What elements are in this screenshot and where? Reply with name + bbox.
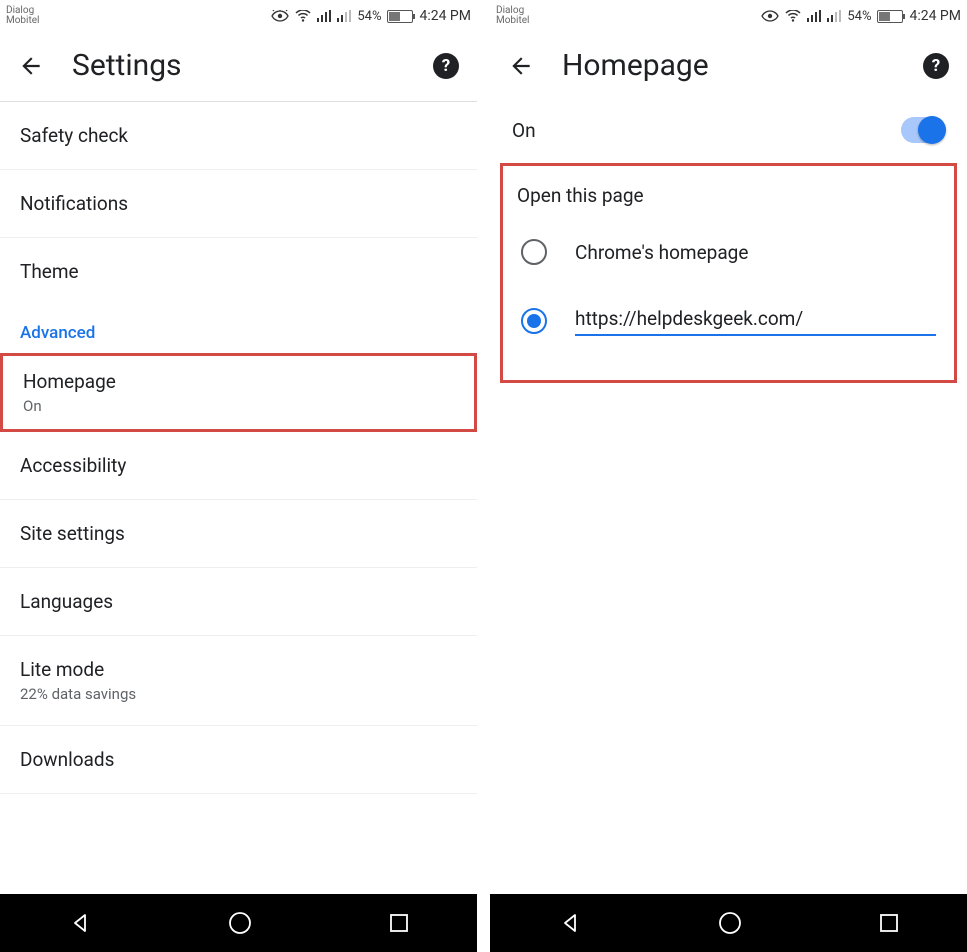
radio-chrome-homepage[interactable]: Chrome's homepage xyxy=(513,225,944,279)
help-icon[interactable]: ? xyxy=(923,53,949,79)
row-label: Downloads xyxy=(20,748,457,771)
nav-recent-icon[interactable] xyxy=(388,912,410,934)
homepage-toggle-row[interactable]: On xyxy=(490,101,967,157)
row-label: Theme xyxy=(20,260,457,283)
battery-percent: 54% xyxy=(847,9,871,24)
wifi-icon xyxy=(785,10,801,22)
phone-settings: Dialog Mobitel 54% xyxy=(0,0,477,952)
eye-icon xyxy=(271,10,289,22)
row-sublabel: On xyxy=(23,397,454,415)
header: Homepage ? xyxy=(490,30,967,101)
settings-list: Safety check Notifications Theme Advance… xyxy=(0,102,477,894)
toggle-switch[interactable] xyxy=(901,117,945,143)
signal-icon-2 xyxy=(337,10,351,22)
battery-icon xyxy=(387,10,413,23)
carrier-2: Mobitel xyxy=(496,16,530,26)
clock: 4:24 PM xyxy=(909,8,961,24)
signal-icon xyxy=(317,10,331,22)
eye-icon xyxy=(761,10,779,22)
status-bar: Dialog Mobitel 54% xyxy=(490,0,967,30)
row-label: Safety check xyxy=(20,124,457,147)
back-button[interactable] xyxy=(508,53,534,79)
nav-home-icon[interactable] xyxy=(227,910,253,936)
row-label: Languages xyxy=(20,590,457,613)
phone-homepage: Dialog Mobitel 54% xyxy=(490,0,967,952)
row-downloads[interactable]: Downloads xyxy=(0,726,477,794)
nav-bar xyxy=(0,894,477,952)
nav-bar xyxy=(490,894,967,952)
row-theme[interactable]: Theme xyxy=(0,238,477,305)
page-title: Homepage xyxy=(562,48,923,83)
row-sublabel: 22% data savings xyxy=(20,685,457,703)
signal-icon xyxy=(807,10,821,22)
row-label: Site settings xyxy=(20,522,457,545)
nav-recent-icon[interactable] xyxy=(878,912,900,934)
battery-icon xyxy=(877,10,903,23)
row-languages[interactable]: Languages xyxy=(0,568,477,636)
row-notifications[interactable]: Notifications xyxy=(0,170,477,238)
clock: 4:24 PM xyxy=(419,8,471,24)
row-label: Accessibility xyxy=(20,454,457,477)
open-this-page-card: Open this page Chrome's homepage xyxy=(500,163,957,383)
carrier-labels: Dialog Mobitel xyxy=(496,6,530,26)
battery-percent: 54% xyxy=(357,9,381,24)
row-label: Homepage xyxy=(23,370,454,393)
back-button[interactable] xyxy=(18,53,44,79)
custom-url-input[interactable] xyxy=(575,305,936,336)
nav-back-icon[interactable] xyxy=(558,911,582,935)
row-accessibility[interactable]: Accessibility xyxy=(0,432,477,500)
row-homepage[interactable]: Homepage On xyxy=(0,353,477,432)
row-label: Lite mode xyxy=(20,658,457,681)
radio-label: Chrome's homepage xyxy=(575,241,748,264)
carrier-2: Mobitel xyxy=(6,16,40,26)
nav-back-icon[interactable] xyxy=(68,911,92,935)
help-icon[interactable]: ? xyxy=(433,53,459,79)
wifi-icon xyxy=(295,10,311,22)
row-site-settings[interactable]: Site settings xyxy=(0,500,477,568)
radio-icon[interactable] xyxy=(521,308,547,334)
row-lite-mode[interactable]: Lite mode 22% data savings xyxy=(0,636,477,726)
row-label: Notifications xyxy=(20,192,457,215)
card-title: Open this page xyxy=(513,180,944,225)
nav-home-icon[interactable] xyxy=(717,910,743,936)
section-advanced: Advanced xyxy=(0,305,477,353)
header: Settings ? xyxy=(0,30,477,102)
row-safety-check[interactable]: Safety check xyxy=(0,102,477,170)
signal-icon-2 xyxy=(827,10,841,22)
radio-icon[interactable] xyxy=(521,239,547,265)
toggle-label: On xyxy=(512,119,536,142)
status-bar: Dialog Mobitel 54% xyxy=(0,0,477,30)
radio-custom-url[interactable] xyxy=(513,279,944,350)
page-title: Settings xyxy=(72,48,433,83)
carrier-labels: Dialog Mobitel xyxy=(6,6,40,26)
